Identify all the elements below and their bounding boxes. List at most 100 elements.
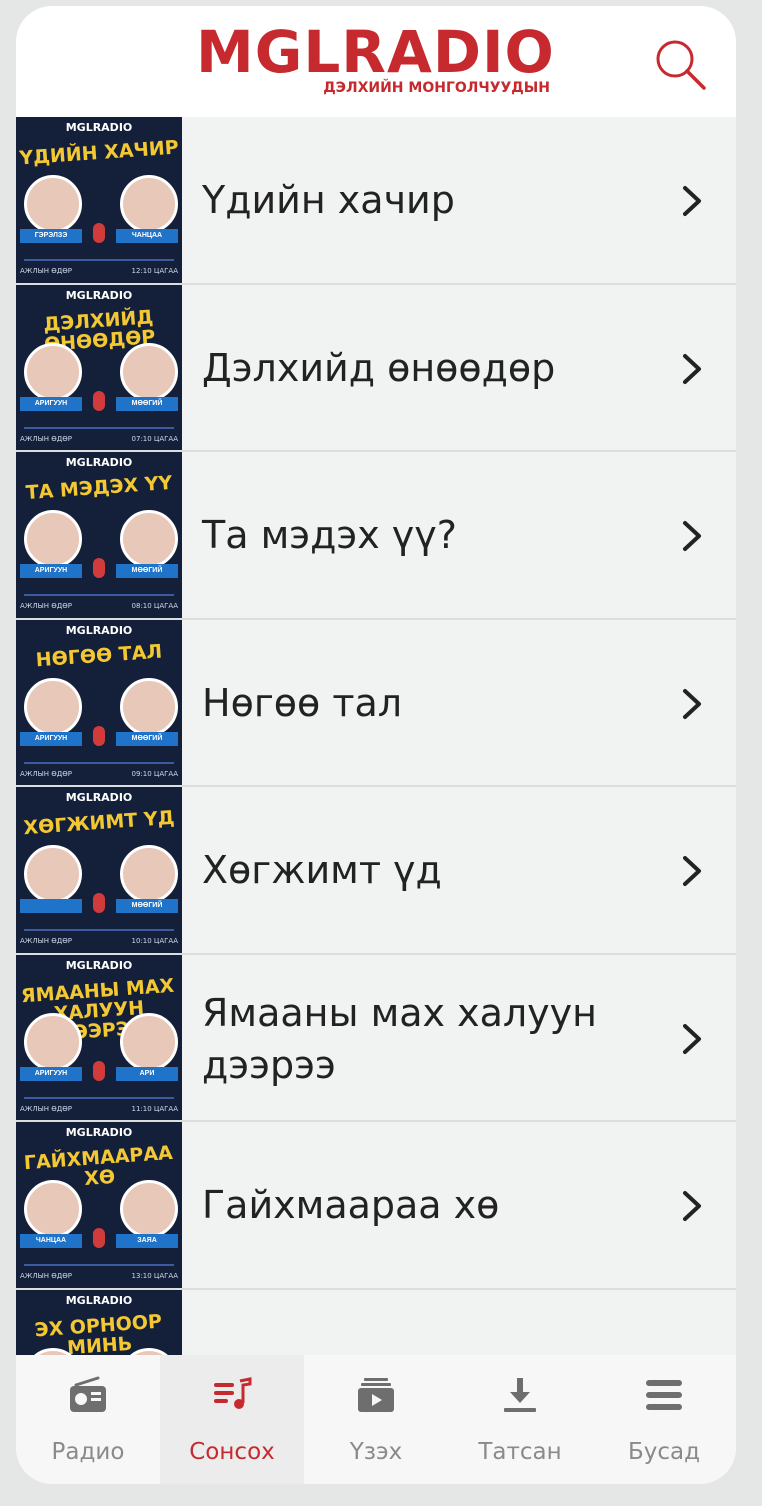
podcast-thumbnail: MGLRADIO ЭХ ОРНООР МИНЬ xyxy=(16,1289,182,1355)
podcast-row[interactable]: MGLRADIO НӨГӨӨ ТАЛ АРИГУУН МӨӨГИЙ АЖЛЫН … xyxy=(16,619,736,787)
host-name-tag: МӨӨГИЙ xyxy=(116,564,178,578)
thumbnail-title: ТА МЭДЭХ ҮҮ xyxy=(25,471,173,505)
thumbnail-schedule: АЖЛЫН ӨДӨР 07:10 ЦАГАА xyxy=(20,435,178,443)
schedule-day: АЖЛЫН ӨДӨР xyxy=(20,267,72,275)
host-avatar xyxy=(24,845,82,903)
tab-radio[interactable]: Радио xyxy=(16,1355,160,1484)
audio-progress-bar xyxy=(24,1096,174,1099)
schedule-day: АЖЛЫН ӨДӨР xyxy=(20,1104,72,1113)
tab-label: Бусад xyxy=(627,1439,701,1465)
schedule-time: 10:10 ЦАГАА xyxy=(131,937,178,945)
podcast-list[interactable]: MGLRADIO ҮДИЙН ХАЧИР ГЭРЭЛЗЭ ЧАНЦАА АЖЛЫ… xyxy=(16,117,736,1355)
microphone-icon xyxy=(93,558,105,578)
schedule-time: 07:10 ЦАГАА xyxy=(131,434,178,443)
chevron-right-icon xyxy=(683,353,701,384)
podcast-thumbnail: MGLRADIO ЯМААНЫ МАХ ХАЛУУН ДЭЭРЭЭ АРИГУУ… xyxy=(16,954,182,1120)
host-name-tag: АРИГУУН xyxy=(20,396,82,411)
chevron-right-icon xyxy=(683,521,701,551)
podcast-row[interactable]: MGLRADIO ЭХ ОРНООР МИНЬ Эх орноор минь с… xyxy=(16,1289,736,1355)
microphone-icon xyxy=(93,223,105,243)
host-avatar xyxy=(24,1180,82,1238)
host-name-tag: МӨӨГИЙ xyxy=(116,731,178,746)
playlist-icon xyxy=(214,1377,252,1409)
podcast-title: Ямааны мах халуун дээрээ xyxy=(202,990,597,1087)
schedule-time: 12:10 ЦАГАА xyxy=(131,267,178,275)
schedule-time: 09:10 ЦАГАА xyxy=(131,769,178,778)
microphone-icon xyxy=(93,725,105,746)
schedule-time: 11:10 ЦАГАА xyxy=(131,1104,178,1113)
podcast-row[interactable]: MGLRADIO ЯМААНЫ МАХ ХАЛУУН ДЭЭРЭЭ АРИГУУ… xyxy=(16,954,736,1122)
thumbnail-schedule: АЖЛЫН ӨДӨР 11:10 ЦАГАА xyxy=(20,1105,178,1113)
schedule-time: 08:10 ЦАГАА xyxy=(131,602,178,610)
tab-more[interactable]: Бусад xyxy=(592,1355,736,1484)
host-avatar xyxy=(24,175,82,233)
thumbnail-brand: MGLRADIO xyxy=(65,623,133,637)
thumbnail-brand: MGLRADIO xyxy=(65,1293,133,1307)
radio-icon xyxy=(70,1376,106,1412)
app-header: MGLRADIO ДЭЛХИЙН МОНГОЛЧУУДЫН xyxy=(16,6,736,117)
podcast-row[interactable]: MGLRADIO ГАЙХМААРАА ХӨ ЧАНЦАА ЗАЯА АЖЛЫН… xyxy=(16,1122,736,1290)
chevron-right-icon xyxy=(683,186,701,216)
thumbnail-title: ҮДИЙН ХАЧИР xyxy=(18,136,180,170)
microphone-icon xyxy=(93,390,105,411)
tab-listen[interactable]: Сонсох xyxy=(160,1355,304,1484)
chevron-right-icon xyxy=(683,856,701,886)
video-icon xyxy=(358,1378,394,1412)
host-name-tag xyxy=(20,899,82,913)
host-avatar xyxy=(120,677,178,736)
logo: MGLRADIO ДЭЛХИЙН МОНГОЛЧУУДЫН xyxy=(196,20,556,96)
logo-main-text: MGLRADIO xyxy=(196,18,555,86)
host-avatar xyxy=(24,1012,82,1071)
thumbnail-brand: MGLRADIO xyxy=(65,958,133,972)
schedule-day: АЖЛЫН ӨДӨР xyxy=(20,602,72,610)
podcast-title: Үдийн хачир xyxy=(202,178,455,222)
tab-watch[interactable]: Үзэх xyxy=(304,1355,448,1484)
app-screen: MGLRADIO ДЭЛХИЙН МОНГОЛЧУУДЫН MGLRADIO Ү… xyxy=(16,6,736,1484)
menu-icon xyxy=(646,1380,682,1410)
podcast-thumbnail: MGLRADIO ГАЙХМААРАА ХӨ ЧАНЦАА ЗАЯА АЖЛЫН… xyxy=(16,1122,182,1288)
host-name-tag: АРИГУУН xyxy=(20,564,82,578)
host-name-tag: ЧАНЦАА xyxy=(116,229,178,243)
host-avatar xyxy=(120,510,178,568)
thumbnail-brand: MGLRADIO xyxy=(65,288,133,302)
search-icon[interactable] xyxy=(652,36,708,92)
host-name-tag: МӨӨГИЙ xyxy=(116,396,178,411)
chevron-right-icon xyxy=(683,688,701,719)
schedule-day: АЖЛЫН ӨДӨР xyxy=(20,769,72,778)
chevron-right-icon xyxy=(683,1023,701,1054)
podcast-row[interactable]: MGLRADIO ДЭЛХИЙД ӨНӨӨДӨР АРИГУУН МӨӨГИЙ … xyxy=(16,284,736,452)
schedule-time: 13:10 ЦАГАА xyxy=(131,1272,178,1280)
microphone-icon xyxy=(93,1060,105,1081)
microphone-icon xyxy=(93,893,105,913)
podcast-title: Та мэдэх үү? xyxy=(202,513,457,557)
schedule-day: АЖЛЫН ӨДӨР xyxy=(20,1272,72,1280)
tab-label: Үзэх xyxy=(349,1439,403,1465)
tab-label: Сонсох xyxy=(189,1439,275,1465)
download-icon xyxy=(504,1378,536,1412)
tab-label: Радио xyxy=(51,1439,125,1465)
podcast-row[interactable]: MGLRADIO ҮДИЙН ХАЧИР ГЭРЭЛЗЭ ЧАНЦАА АЖЛЫ… xyxy=(16,117,736,285)
host-name-tag: АРИГУУН xyxy=(20,731,82,746)
chevron-right-icon xyxy=(683,1191,701,1221)
audio-progress-bar xyxy=(24,761,174,764)
audio-progress-bar xyxy=(24,1264,174,1266)
thumbnail-brand: MGLRADIO xyxy=(65,456,133,469)
podcast-title: Дэлхийд өнөөдөр xyxy=(202,345,556,390)
audio-progress-bar xyxy=(24,929,174,931)
podcast-row[interactable]: MGLRADIO ХӨГЖИМТ ҮД МӨӨГИЙ АЖЛЫН ӨДӨР 10… xyxy=(16,787,736,955)
host-name-tag: АРИГУУН xyxy=(20,1066,82,1081)
tab-label: Татсан xyxy=(478,1439,562,1465)
podcast-row[interactable]: MGLRADIO ТА МЭДЭХ ҮҮ АРИГУУН МӨӨГИЙ АЖЛЫ… xyxy=(16,452,736,620)
host-avatar xyxy=(120,845,178,903)
thumbnail-title: ХӨГЖИМТ ҮД xyxy=(22,806,176,840)
host-name-tag: ГЭРЭЛЗЭ xyxy=(20,229,82,243)
host-name-tag: АРИ xyxy=(116,1066,178,1081)
host-avatar xyxy=(24,677,82,736)
bottom-tab-bar: Радио Сонсох Үзэх Татсан Бусад xyxy=(16,1355,736,1484)
podcast-thumbnail: MGLRADIO ДЭЛХИЙД ӨНӨӨДӨР АРИГУУН МӨӨГИЙ … xyxy=(16,284,182,450)
host-name-tag: ЧАНЦАА xyxy=(20,1234,82,1248)
thumbnail-schedule: АЖЛЫН ӨДӨР 13:10 ЦАГАА xyxy=(20,1272,178,1280)
tab-downloads[interactable]: Татсан xyxy=(448,1355,592,1484)
thumbnail-brand: MGLRADIO xyxy=(65,121,133,134)
host-avatar xyxy=(120,1180,178,1238)
